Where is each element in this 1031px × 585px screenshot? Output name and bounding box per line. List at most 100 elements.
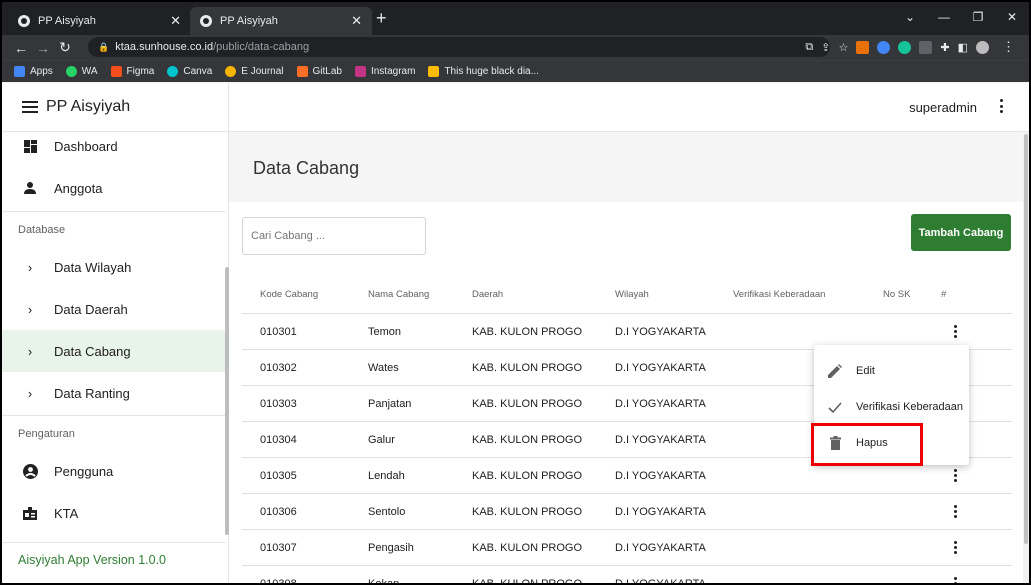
- address-bar[interactable]: 🔒 ktaa.sunhouse.co.id /public/data-caban…: [88, 37, 830, 57]
- row-actions-icon[interactable]: [953, 505, 957, 518]
- row-actions-icon[interactable]: [953, 325, 957, 338]
- daerah-cell: KAB. KULON PROGO: [472, 326, 583, 338]
- daerah-cell: KAB. KULON PROGO: [472, 398, 583, 410]
- ejournal-icon: [225, 66, 237, 77]
- kode-cell: 010304: [260, 434, 297, 446]
- tab-close-icon[interactable]: ✕: [170, 13, 181, 29]
- menu-hamburger-icon[interactable]: [22, 101, 38, 113]
- page-scrollbar[interactable]: [1023, 132, 1029, 583]
- wilayah-cell: D.I YOGYAKARTA: [615, 362, 706, 374]
- bookmark-label: Apps: [30, 66, 53, 77]
- kode-cell: 010305: [260, 470, 297, 482]
- menu-item-edit[interactable]: Edit: [814, 353, 969, 389]
- minimize-icon[interactable]: —: [927, 2, 961, 35]
- column-header: Verifikasi Keberadaan: [733, 289, 826, 300]
- wilayah-cell: D.I YOGYAKARTA: [615, 470, 706, 482]
- wilayah-cell: D.I YOGYAKARTA: [615, 398, 706, 410]
- sidebar-item-kta[interactable]: KTA: [2, 492, 226, 534]
- sidebar-item-data-ranting[interactable]: › Data Ranting: [2, 372, 226, 414]
- bookmark-figma[interactable]: Figma: [110, 66, 154, 77]
- bookmark-ejournal[interactable]: E Journal: [225, 66, 284, 77]
- sidebar-section-pengaturan: Pengaturan: [18, 428, 75, 440]
- nama-cell: Wates: [368, 362, 399, 374]
- username[interactable]: superadmin: [909, 100, 977, 115]
- apps-grid-icon: [14, 66, 25, 77]
- wilayah-cell: D.I YOGYAKARTA: [615, 434, 706, 446]
- sidebar-item-label: Pengguna: [54, 463, 114, 479]
- tab-close-icon[interactable]: ✕: [351, 13, 362, 29]
- page-title: Data Cabang: [253, 158, 360, 178]
- check-icon: [814, 401, 856, 413]
- share-icon[interactable]: ⇪: [821, 41, 830, 54]
- table-header: Kode Cabang Nama Cabang Daerah Wilayah V…: [242, 276, 1012, 314]
- tab-search-icon[interactable]: ⌄: [893, 2, 927, 35]
- new-tab-button[interactable]: +: [376, 8, 387, 28]
- table-row[interactable]: 010306 Sentolo KAB. KULON PROGO D.I YOGYAKA…: [242, 494, 1012, 530]
- grammarly-icon[interactable]: [898, 40, 912, 54]
- browser-menu-icon[interactable]: ⋮: [1002, 39, 1015, 55]
- sidebar: Dashboard Anggota Database › Data Wilaya…: [2, 132, 229, 583]
- bookmark-gitlab[interactable]: GitLab: [296, 66, 342, 77]
- table-row[interactable]: 010307 Pengasih KAB. KULON PROGO D.I YOGYAK…: [242, 530, 1012, 566]
- window-controls: ⌄ — ❐ ✕: [893, 2, 1029, 35]
- profile-avatar-icon[interactable]: [976, 40, 989, 54]
- gitlab-icon: [296, 66, 308, 77]
- bookmark-instagram[interactable]: Instagram: [354, 66, 416, 77]
- sidebar-item-dashboard[interactable]: Dashboard: [2, 125, 226, 167]
- extension-sc-icon[interactable]: [856, 40, 870, 54]
- restore-icon[interactable]: ❐: [961, 2, 995, 35]
- browser-toolbar: ← → ↻ 🔒 ktaa.sunhouse.co.id /public/data…: [2, 35, 1029, 60]
- daerah-cell: KAB. KULON PROGO: [472, 506, 583, 518]
- side-panel-icon[interactable]: ◧: [958, 41, 968, 54]
- nama-cell: Kokap: [368, 566, 399, 583]
- app-title: PP Aisyiyah: [46, 98, 131, 115]
- daerah-cell: KAB. KULON PROGO: [472, 434, 583, 446]
- back-icon[interactable]: ←: [10, 40, 32, 56]
- bookmark-star-icon[interactable]: ☆: [839, 41, 849, 54]
- browser-tab-2[interactable]: PP Aisyiyah ✕: [190, 7, 372, 35]
- dashboard-icon: [2, 139, 54, 153]
- nama-cell: Lendah: [368, 470, 405, 482]
- extensions-puzzle-icon[interactable]: ✚: [940, 41, 949, 54]
- row-actions-icon[interactable]: [953, 469, 957, 482]
- bookmark-label: WA: [81, 66, 98, 77]
- translate-icon[interactable]: ⧉: [805, 41, 813, 54]
- close-window-icon[interactable]: ✕: [995, 2, 1029, 35]
- extension-gray-icon[interactable]: [919, 40, 933, 54]
- bookmark-black-dia[interactable]: This huge black dia...: [428, 66, 539, 77]
- tab-title: PP Aisyiyah: [220, 15, 278, 27]
- daerah-cell: KAB. KULON PROGO: [472, 470, 583, 482]
- menu-item-verifikasi[interactable]: Verifikasi Keberadaan: [814, 389, 969, 425]
- forward-icon[interactable]: →: [32, 40, 54, 56]
- url-host: ktaa.sunhouse.co.id: [115, 41, 214, 53]
- bookmark-label: Instagram: [370, 66, 416, 77]
- kode-cell: 010303: [260, 398, 297, 410]
- table-row[interactable]: 010308 Kokap KAB. KULON PROGO D.I YOGYAKART…: [242, 566, 1012, 583]
- sidebar-item-label: Data Daerah: [54, 301, 128, 317]
- sidebar-item-data-wilayah[interactable]: › Data Wilayah: [2, 246, 226, 288]
- sidebar-item-label: Dashboard: [54, 138, 118, 154]
- sidebar-item-data-cabang[interactable]: › Data Cabang: [2, 330, 226, 372]
- add-cabang-button[interactable]: Tambah Cabang: [911, 214, 1011, 251]
- user-menu-icon[interactable]: [999, 99, 1003, 113]
- extension-shield-icon[interactable]: [877, 40, 891, 54]
- sidebar-divider: [2, 415, 226, 416]
- bookmark-canva[interactable]: Canva: [167, 66, 212, 77]
- sidebar-item-anggota[interactable]: Anggota: [2, 167, 226, 209]
- reload-icon[interactable]: ↻: [54, 39, 76, 56]
- sidebar-item-pengguna[interactable]: Pengguna: [2, 450, 226, 492]
- row-actions-icon[interactable]: [953, 541, 957, 554]
- kode-cell: 010301: [260, 326, 297, 338]
- bookmark-apps[interactable]: Apps: [14, 66, 53, 77]
- sidebar-item-data-daerah[interactable]: › Data Daerah: [2, 288, 226, 330]
- bookmark-doc-icon: [428, 66, 440, 77]
- row-actions-icon[interactable]: [953, 577, 957, 583]
- chevron-right-icon: ›: [27, 385, 33, 401]
- site-favicon-icon: [18, 15, 30, 27]
- search-input[interactable]: [242, 217, 426, 255]
- bookmark-wa[interactable]: WA: [65, 66, 98, 77]
- bookmark-label: This huge black dia...: [444, 66, 539, 77]
- column-header: #: [941, 289, 947, 300]
- sidebar-item-label: Data Cabang: [54, 343, 131, 359]
- browser-tab-1[interactable]: PP Aisyiyah ✕: [8, 7, 191, 35]
